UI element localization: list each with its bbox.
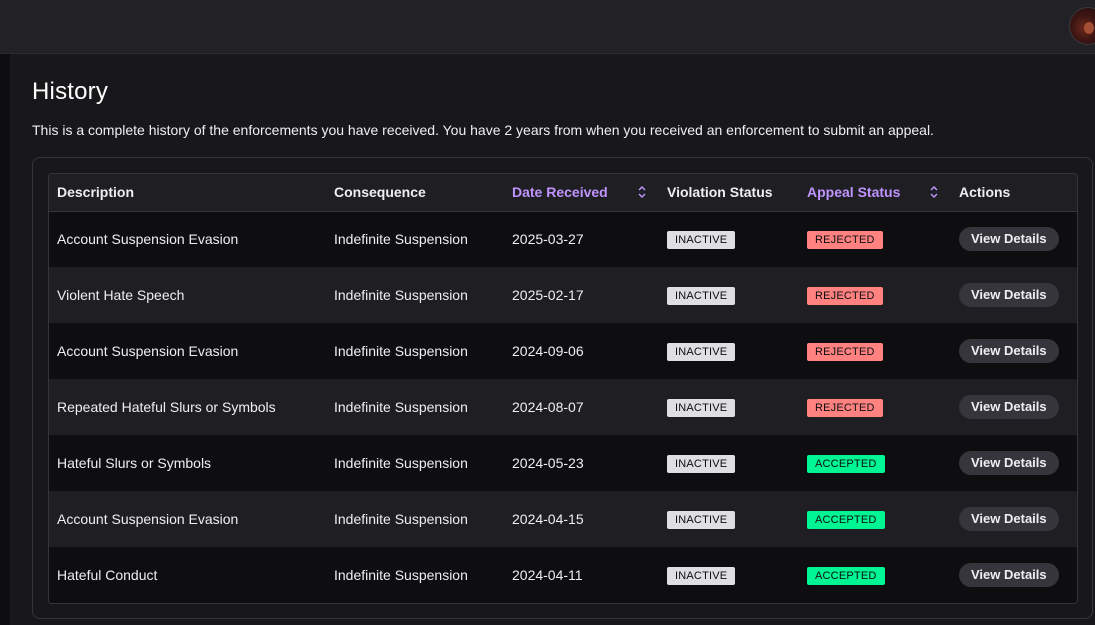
cell-violation-status: INACTIVE [659, 379, 799, 435]
table-row: Repeated Hateful Slurs or Symbols Indefi… [49, 379, 1077, 435]
table-row: Account Suspension Evasion Indefinite Su… [49, 211, 1077, 267]
cell-actions: View Details [951, 379, 1077, 435]
cell-date-received: 2024-05-23 [512, 455, 584, 471]
cell-appeal-status: ACCEPTED [799, 491, 951, 547]
appeal-status-badge: ACCEPTED [807, 566, 885, 585]
cell-description: Account Suspension Evasion [57, 231, 239, 248]
cell-date-received: 2024-04-11 [512, 567, 583, 583]
cell-appeal-status: ACCEPTED [799, 547, 951, 603]
cell-date-received: 2024-04-15 [512, 511, 584, 527]
view-details-button[interactable]: View Details [959, 507, 1059, 531]
column-header-date-received[interactable]: Date Received [504, 174, 659, 211]
cell-appeal-status: REJECTED [799, 267, 951, 323]
cell-appeal-status: REJECTED [799, 323, 951, 379]
cell-date-received: 2024-09-06 [512, 343, 584, 359]
appeal-status-badge: REJECTED [807, 398, 883, 417]
cell-actions: View Details [951, 491, 1077, 547]
violation-status-badge: INACTIVE [667, 286, 736, 305]
table-row: Hateful Slurs or Symbols Indefinite Susp… [49, 435, 1077, 491]
cell-date-received: 2025-03-27 [512, 231, 584, 248]
cell-consequence: Indefinite Suspension [334, 343, 468, 359]
violation-status-badge: INACTIVE [667, 398, 736, 417]
header-label: Description [57, 184, 135, 201]
column-header-actions: Actions [951, 174, 1077, 211]
table-row: Account Suspension Evasion Indefinite Su… [49, 491, 1077, 547]
cell-description: Hateful Conduct [57, 567, 158, 583]
cell-consequence: Indefinite Suspension [334, 231, 468, 248]
cell-appeal-status: REJECTED [799, 379, 951, 435]
left-gutter [0, 54, 10, 625]
cell-actions: View Details [951, 547, 1077, 603]
column-header-violation-status: Violation Status [659, 174, 799, 211]
cell-violation-status: INACTIVE [659, 435, 799, 491]
header-label: Consequence [334, 184, 426, 201]
enforcement-history-table: Description Consequence Date Received Vi… [48, 173, 1078, 604]
view-details-button[interactable]: View Details [959, 227, 1059, 252]
cell-description: Repeated Hateful Slurs or Symbols [57, 399, 276, 415]
header-label: Violation Status [667, 184, 773, 201]
appeal-status-badge: REJECTED [807, 286, 883, 305]
appeal-status-badge: ACCEPTED [807, 454, 885, 473]
cell-consequence: Indefinite Suspension [334, 511, 468, 527]
appeal-status-badge: REJECTED [807, 230, 883, 249]
page-description: This is a complete history of the enforc… [32, 122, 934, 138]
violation-status-badge: INACTIVE [667, 566, 736, 585]
top-nav-bar [0, 0, 1095, 54]
cell-consequence: Indefinite Suspension [334, 455, 468, 471]
column-header-appeal-status[interactable]: Appeal Status [799, 174, 951, 211]
column-header-consequence: Consequence [326, 174, 504, 211]
view-details-button[interactable]: View Details [959, 283, 1059, 307]
sort-updown-icon[interactable] [929, 185, 939, 199]
cell-violation-status: INACTIVE [659, 547, 799, 603]
cell-violation-status: INACTIVE [659, 211, 799, 267]
cell-consequence: Indefinite Suspension [334, 567, 468, 583]
view-details-button[interactable]: View Details [959, 563, 1059, 587]
cell-actions: View Details [951, 323, 1077, 379]
table-row: Violent Hate Speech Indefinite Suspensio… [49, 267, 1077, 323]
table-row: Hateful Conduct Indefinite Suspension 20… [49, 547, 1077, 603]
violation-status-badge: INACTIVE [667, 342, 736, 361]
cell-date-received: 2025-02-17 [512, 287, 584, 303]
violation-status-badge: INACTIVE [667, 510, 736, 529]
header-label: Appeal Status [807, 184, 901, 201]
cell-actions: View Details [951, 267, 1077, 323]
column-header-description: Description [49, 174, 326, 211]
cell-description: Violent Hate Speech [57, 287, 185, 303]
cell-violation-status: INACTIVE [659, 323, 799, 379]
table-row: Account Suspension Evasion Indefinite Su… [49, 323, 1077, 379]
cell-consequence: Indefinite Suspension [334, 287, 468, 303]
cell-actions: View Details [951, 211, 1077, 267]
view-details-button[interactable]: View Details [959, 339, 1059, 363]
violation-status-badge: INACTIVE [667, 454, 736, 473]
table-header-row: Description Consequence Date Received Vi… [49, 174, 1077, 211]
cell-actions: View Details [951, 435, 1077, 491]
header-label: Actions [959, 184, 1011, 201]
cell-date-received: 2024-08-07 [512, 399, 584, 415]
cell-description: Account Suspension Evasion [57, 511, 239, 527]
cell-violation-status: INACTIVE [659, 267, 799, 323]
cell-appeal-status: ACCEPTED [799, 435, 951, 491]
violation-status-badge: INACTIVE [667, 230, 736, 249]
view-details-button[interactable]: View Details [959, 451, 1059, 475]
user-avatar[interactable] [1069, 7, 1095, 45]
cell-violation-status: INACTIVE [659, 491, 799, 547]
appeal-status-badge: REJECTED [807, 342, 883, 361]
cell-appeal-status: REJECTED [799, 211, 951, 267]
cell-description: Hateful Slurs or Symbols [57, 455, 212, 471]
header-label: Date Received [512, 184, 608, 201]
cell-description: Account Suspension Evasion [57, 343, 239, 359]
view-details-button[interactable]: View Details [959, 395, 1059, 419]
page-title: History [32, 78, 109, 105]
sort-updown-icon[interactable] [637, 185, 647, 199]
appeal-status-badge: ACCEPTED [807, 510, 885, 529]
cell-consequence: Indefinite Suspension [334, 399, 468, 415]
